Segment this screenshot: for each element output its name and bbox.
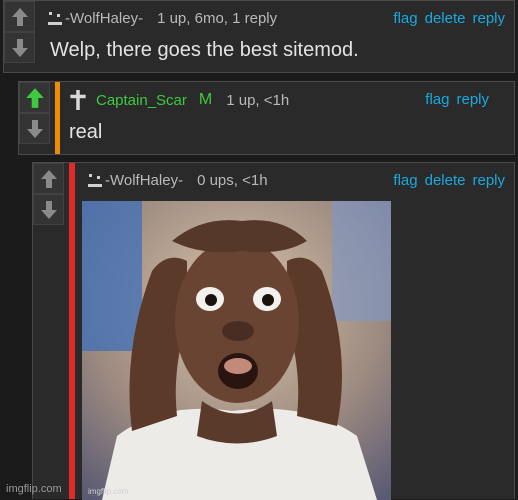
arrow-up-icon xyxy=(40,169,57,188)
shocked-man-illustration: imgflip.com xyxy=(82,201,391,500)
comment-stats: 0 ups, <1h xyxy=(197,172,268,189)
comment-1: -WolfHaley- 1 up, 6mo, 1 reply flag dele… xyxy=(3,0,515,73)
comment-text: Welp, there goes the best sitemod. xyxy=(50,39,359,61)
arrow-down-icon xyxy=(26,119,43,138)
comment-actions: flag reply xyxy=(425,91,489,108)
flag-link[interactable]: flag xyxy=(393,10,417,27)
vote-column xyxy=(33,163,64,225)
comment-3: -WolfHaley- 0 ups, <1h flag delete reply xyxy=(32,162,515,500)
meme-image[interactable]: imgflip.com xyxy=(82,201,391,500)
comment-meta: Captain_Scar M 1 up, <1h xyxy=(68,90,289,110)
cross-avatar-icon xyxy=(70,90,86,110)
vote-column xyxy=(4,1,35,63)
flag-link[interactable]: flag xyxy=(393,172,417,189)
comment-2: Captain_Scar M 1 up, <1h flag reply real xyxy=(18,81,515,155)
comment-text: real xyxy=(69,121,103,143)
comment-actions: flag delete reply xyxy=(393,10,505,27)
comment-meta: -WolfHaley- 0 ups, <1h xyxy=(87,172,268,189)
imgflip-watermark: imgflip.com xyxy=(6,483,62,495)
thread-stripe xyxy=(55,82,60,154)
reply-link[interactable]: reply xyxy=(472,172,505,189)
vote-column xyxy=(19,82,50,144)
arrow-up-icon xyxy=(25,87,44,108)
comment-meta: -WolfHaley- 1 up, 6mo, 1 reply xyxy=(47,10,277,27)
meme-watermark: imgflip.com xyxy=(88,487,129,496)
arrow-down-icon xyxy=(11,38,28,57)
comment-actions: flag delete reply xyxy=(393,172,505,189)
upvote-button[interactable] xyxy=(4,1,35,32)
username-link[interactable]: -WolfHaley- xyxy=(65,10,143,27)
username-link[interactable]: Captain_Scar xyxy=(96,92,187,109)
flag-link[interactable]: flag xyxy=(425,91,449,108)
upvote-button[interactable] xyxy=(19,82,50,113)
username-link[interactable]: -WolfHaley- xyxy=(105,172,183,189)
downvote-button[interactable] xyxy=(4,32,35,63)
downvote-button[interactable] xyxy=(33,194,64,225)
reply-link[interactable]: reply xyxy=(472,10,505,27)
comment-stats: 1 up, 6mo, 1 reply xyxy=(157,10,278,27)
arrow-down-icon xyxy=(40,200,57,219)
thread-stripe xyxy=(69,163,75,499)
comment-stats: 1 up, <1h xyxy=(226,91,290,109)
delete-link[interactable]: delete xyxy=(425,172,466,189)
user-avatar-icon xyxy=(88,174,102,187)
reply-link[interactable]: reply xyxy=(456,91,489,108)
user-avatar-icon xyxy=(48,12,62,25)
arrow-up-icon xyxy=(11,7,28,26)
delete-link[interactable]: delete xyxy=(425,10,466,27)
downvote-button[interactable] xyxy=(19,113,50,144)
upvote-button[interactable] xyxy=(33,163,64,194)
mod-badge: M xyxy=(198,91,213,108)
